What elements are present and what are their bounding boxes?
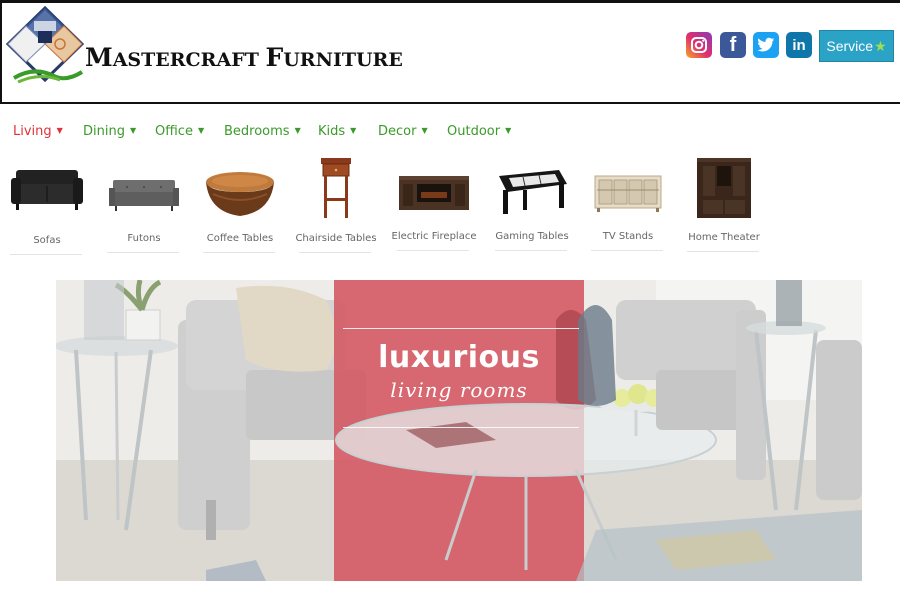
- hero-banner[interactable]: luxurious living rooms: [56, 280, 862, 581]
- living-dropdown: Sofas Futons Coffee Tables Chairside Tab…: [0, 146, 900, 280]
- page: MASTERCRAFT FURNITURE f in Service ★ Livi…: [0, 0, 900, 600]
- nav-item-office[interactable]: Office ▼: [155, 124, 204, 139]
- caret-down-icon: ▼: [129, 126, 137, 135]
- nav-label: Outdoor: [447, 124, 501, 139]
- hero-heading: luxurious: [378, 340, 540, 375]
- left-border: [0, 0, 2, 104]
- linkedin-icon[interactable]: in: [786, 32, 812, 58]
- nav-label: Living: [13, 124, 52, 139]
- caret-down-icon: ▼: [197, 126, 205, 135]
- logo-icon[interactable]: [4, 6, 86, 86]
- caret-down-icon: ▼: [505, 126, 512, 135]
- living-room-photo: [56, 280, 862, 581]
- nav-item-dining[interactable]: Dining ▼: [83, 124, 136, 139]
- nav-label: Dining: [83, 124, 125, 139]
- caret-down-icon: ▼: [350, 126, 357, 135]
- brand-initial-1: M: [85, 43, 113, 72]
- category-underline: [591, 250, 663, 251]
- category-label: Coffee Tables: [206, 233, 274, 244]
- header-divider: [0, 102, 900, 104]
- facebook-icon[interactable]: f: [720, 32, 746, 58]
- nav-item-bedrooms[interactable]: Bedrooms ▼: [224, 124, 301, 139]
- fireplace-icon: [399, 176, 469, 210]
- nav-item-outdoor[interactable]: Outdoor ▼: [447, 124, 511, 139]
- coffee-table-icon: [206, 172, 274, 216]
- category-label: Sofas: [33, 235, 61, 246]
- brand-initial-2: F: [265, 43, 284, 72]
- nav-label: Office: [155, 124, 193, 139]
- category-label: Home Theater: [688, 232, 760, 243]
- brand-rest-2: URNITURE: [283, 49, 403, 71]
- service-button[interactable]: Service ★: [819, 30, 894, 62]
- tv-stand-icon: [594, 175, 662, 212]
- linkedin-glyph: in: [792, 36, 806, 54]
- nav-label: Bedrooms: [224, 124, 290, 139]
- hero-rule-bottom: [343, 427, 579, 428]
- category-label: Gaming Tables: [495, 231, 569, 242]
- service-label: Service: [826, 38, 874, 54]
- caret-down-icon: ▼: [56, 126, 63, 135]
- nav-item-kids[interactable]: Kids ▼: [318, 124, 356, 139]
- gaming-table-icon: [499, 170, 567, 214]
- sofa-icon: [11, 170, 83, 210]
- category-underline: [397, 250, 469, 251]
- home-theater-icon: [697, 158, 751, 218]
- category-underline: [107, 252, 179, 253]
- chairside-table-icon: [321, 158, 351, 218]
- nav-label: Decor: [378, 124, 417, 139]
- category-label: TV Stands: [602, 231, 654, 242]
- category-underline: [203, 252, 275, 253]
- top-border: [0, 0, 900, 3]
- futon-icon: [109, 180, 179, 211]
- brand-name[interactable]: MASTERCRAFT FURNITURE: [85, 43, 403, 72]
- hero-rule-top: [343, 328, 579, 329]
- category-label: Electric Fireplace: [391, 231, 477, 242]
- nav-item-decor[interactable]: Decor ▼: [378, 124, 428, 139]
- main-nav: Living ▼ Dining ▼ Office ▼ Bedrooms ▼ Kids ▼ …: [0, 124, 900, 144]
- category-underline: [10, 254, 82, 255]
- caret-down-icon: ▼: [294, 126, 301, 135]
- twitter-icon[interactable]: [753, 32, 779, 58]
- category-underline: [299, 252, 371, 253]
- facebook-glyph: f: [729, 33, 737, 56]
- category-underline: [495, 250, 567, 251]
- instagram-icon[interactable]: [686, 32, 712, 58]
- category-label: Futons: [127, 233, 161, 244]
- nav-item-living[interactable]: Living ▼: [13, 124, 63, 139]
- category-label: Chairside Tables: [295, 233, 377, 244]
- brand-rest-1: ASTERCRAFT: [112, 49, 266, 71]
- nav-label: Kids: [318, 124, 346, 139]
- hero-subheading: living rooms: [390, 378, 528, 402]
- caret-down-icon: ▼: [421, 126, 428, 135]
- star-icon: ★: [874, 37, 887, 54]
- category-underline: [687, 251, 759, 252]
